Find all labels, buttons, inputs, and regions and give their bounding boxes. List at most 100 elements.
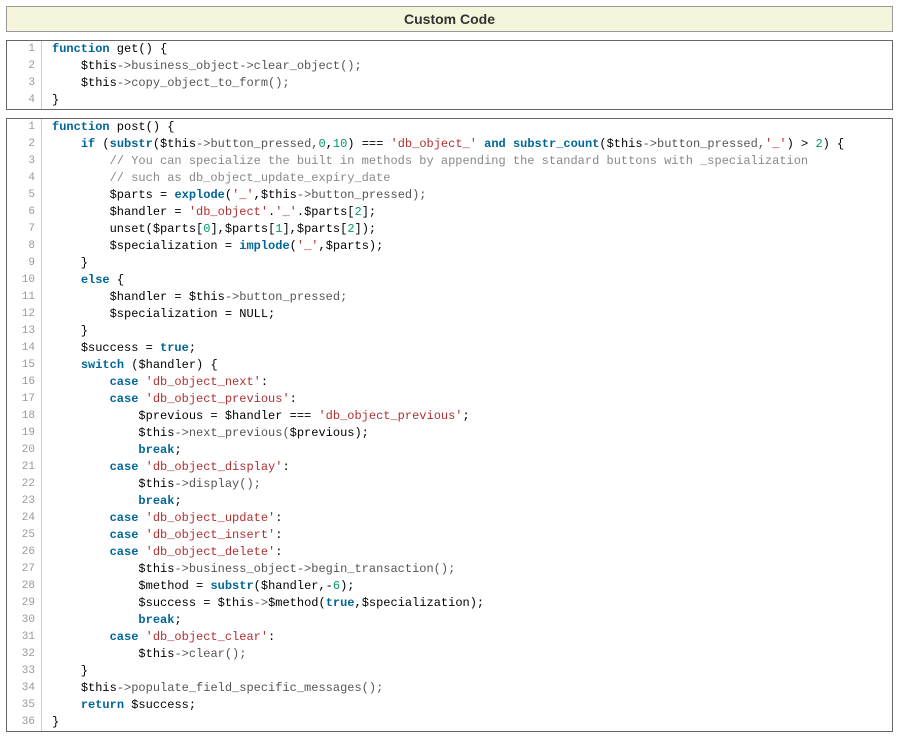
- code-content: }: [42, 714, 893, 731]
- code-token: [138, 630, 145, 644]
- code-content: break;: [42, 612, 893, 629]
- code-content: }: [42, 255, 893, 272]
- code-token: $specialization: [110, 239, 218, 253]
- code-token: 'db_object_update': [146, 511, 276, 525]
- code-token: = NULL;: [218, 307, 276, 321]
- code-content: }: [42, 92, 893, 109]
- line-number: 35: [7, 697, 42, 714]
- line-number: 13: [7, 323, 42, 340]
- code-token: ) >: [787, 137, 816, 151]
- code-line: 6 $handler = 'db_object'.'_'.$parts[2];: [7, 204, 892, 221]
- code-line: 9 }: [7, 255, 892, 272]
- code-line: 15 switch ($handler) {: [7, 357, 892, 374]
- code-content: // You can specialize the built in metho…: [42, 153, 893, 170]
- code-token: ,: [254, 188, 261, 202]
- code-line: 22 $this->display();: [7, 476, 892, 493]
- code-line: 4 // such as db_object_update_expiry_dat…: [7, 170, 892, 187]
- code-content: $parts = explode('_',$this->button_press…: [42, 187, 893, 204]
- line-number: 17: [7, 391, 42, 408]
- code-line: 18 $previous = $handler === 'db_object_p…: [7, 408, 892, 425]
- code-token: 'db_object_insert': [146, 528, 276, 542]
- code-content: case 'db_object_clear':: [42, 629, 893, 646]
- line-number: 16: [7, 374, 42, 391]
- code-line: 14 $success = true;: [7, 340, 892, 357]
- code-token: [52, 698, 81, 712]
- line-number: 20: [7, 442, 42, 459]
- code-token: unset(: [52, 222, 153, 236]
- code-content: return $success;: [42, 697, 893, 714]
- code-token: and: [484, 137, 506, 151]
- code-content: if (substr($this->button_pressed,0,10) =…: [42, 136, 893, 153]
- code-content: $success = true;: [42, 340, 893, 357]
- code-token: ;: [174, 443, 181, 457]
- code-token: );: [354, 426, 368, 440]
- code-line: 16 case 'db_object_next':: [7, 374, 892, 391]
- code-token: }: [52, 256, 88, 270]
- code-token: $previous: [138, 409, 203, 423]
- code-token: $this: [138, 426, 174, 440]
- code-line: 10 else {: [7, 272, 892, 289]
- code-line: 3 $this->copy_object_to_form();: [7, 75, 892, 92]
- code-token: $specialization: [110, 307, 218, 321]
- code-token: ->display();: [174, 477, 260, 491]
- code-token: [138, 375, 145, 389]
- code-content: case 'db_object_display':: [42, 459, 893, 476]
- code-token: $success: [81, 341, 139, 355]
- code-token: ,: [355, 596, 362, 610]
- code-token: '_': [232, 188, 254, 202]
- line-number: 6: [7, 204, 42, 221]
- code-content: $success = $this->$method(true,$speciali…: [42, 595, 893, 612]
- code-line: 19 $this->next_previous($previous);: [7, 425, 892, 442]
- code-token: ],: [210, 222, 224, 236]
- code-block-get: 1function get() {2 $this->business_objec…: [6, 40, 893, 110]
- line-number: 9: [7, 255, 42, 272]
- code-line: 26 case 'db_object_delete':: [7, 544, 892, 561]
- code-token: ) {: [823, 137, 845, 151]
- code-token: if: [81, 137, 95, 151]
- code-content: unset($parts[0],$parts[1],$parts[2]);: [42, 221, 893, 238]
- code-line: 25 case 'db_object_insert':: [7, 527, 892, 544]
- code-table-get: 1function get() {2 $this->business_objec…: [7, 41, 892, 109]
- code-token: =: [138, 341, 160, 355]
- code-token: 0: [318, 137, 325, 151]
- code-token: [52, 358, 81, 372]
- code-token: substr_count: [513, 137, 599, 151]
- code-token: );: [470, 596, 484, 610]
- code-token: // such as db_object_update_expiry_date: [110, 171, 391, 185]
- code-token: substr: [110, 137, 153, 151]
- line-number: 4: [7, 92, 42, 109]
- code-token: (: [225, 188, 232, 202]
- code-token: break: [138, 443, 174, 457]
- code-token: $this: [189, 290, 225, 304]
- code-token: [52, 171, 110, 185]
- code-token: 'db_object': [189, 205, 268, 219]
- code-token: $this: [607, 137, 643, 151]
- code-content: $this->business_object->clear_object();: [42, 58, 893, 75]
- code-token: [138, 528, 145, 542]
- code-token: }: [52, 715, 59, 729]
- code-token: [138, 545, 145, 559]
- code-token: [52, 273, 81, 287]
- code-token: :: [275, 545, 282, 559]
- code-token: $handler: [138, 358, 196, 372]
- code-line: 13 }: [7, 323, 892, 340]
- line-number: 31: [7, 629, 42, 646]
- code-token: true: [160, 341, 189, 355]
- code-line: 36}: [7, 714, 892, 731]
- code-content: $method = substr($handler,-6);: [42, 578, 893, 595]
- code-token: [52, 528, 110, 542]
- code-token: [52, 154, 110, 168]
- code-token: '_': [765, 137, 787, 151]
- code-token: $this: [261, 188, 297, 202]
- code-token: ,-: [318, 579, 332, 593]
- code-token: 'db_object_': [391, 137, 477, 151]
- line-number: 29: [7, 595, 42, 612]
- code-token: =: [167, 205, 189, 219]
- code-token: 'db_object_next': [146, 375, 261, 389]
- code-token: [52, 613, 138, 627]
- code-token: $previous: [290, 426, 355, 440]
- code-token: ->next_previous(: [174, 426, 289, 440]
- line-number: 32: [7, 646, 42, 663]
- code-token: $parts: [225, 222, 268, 236]
- code-token: [52, 239, 110, 253]
